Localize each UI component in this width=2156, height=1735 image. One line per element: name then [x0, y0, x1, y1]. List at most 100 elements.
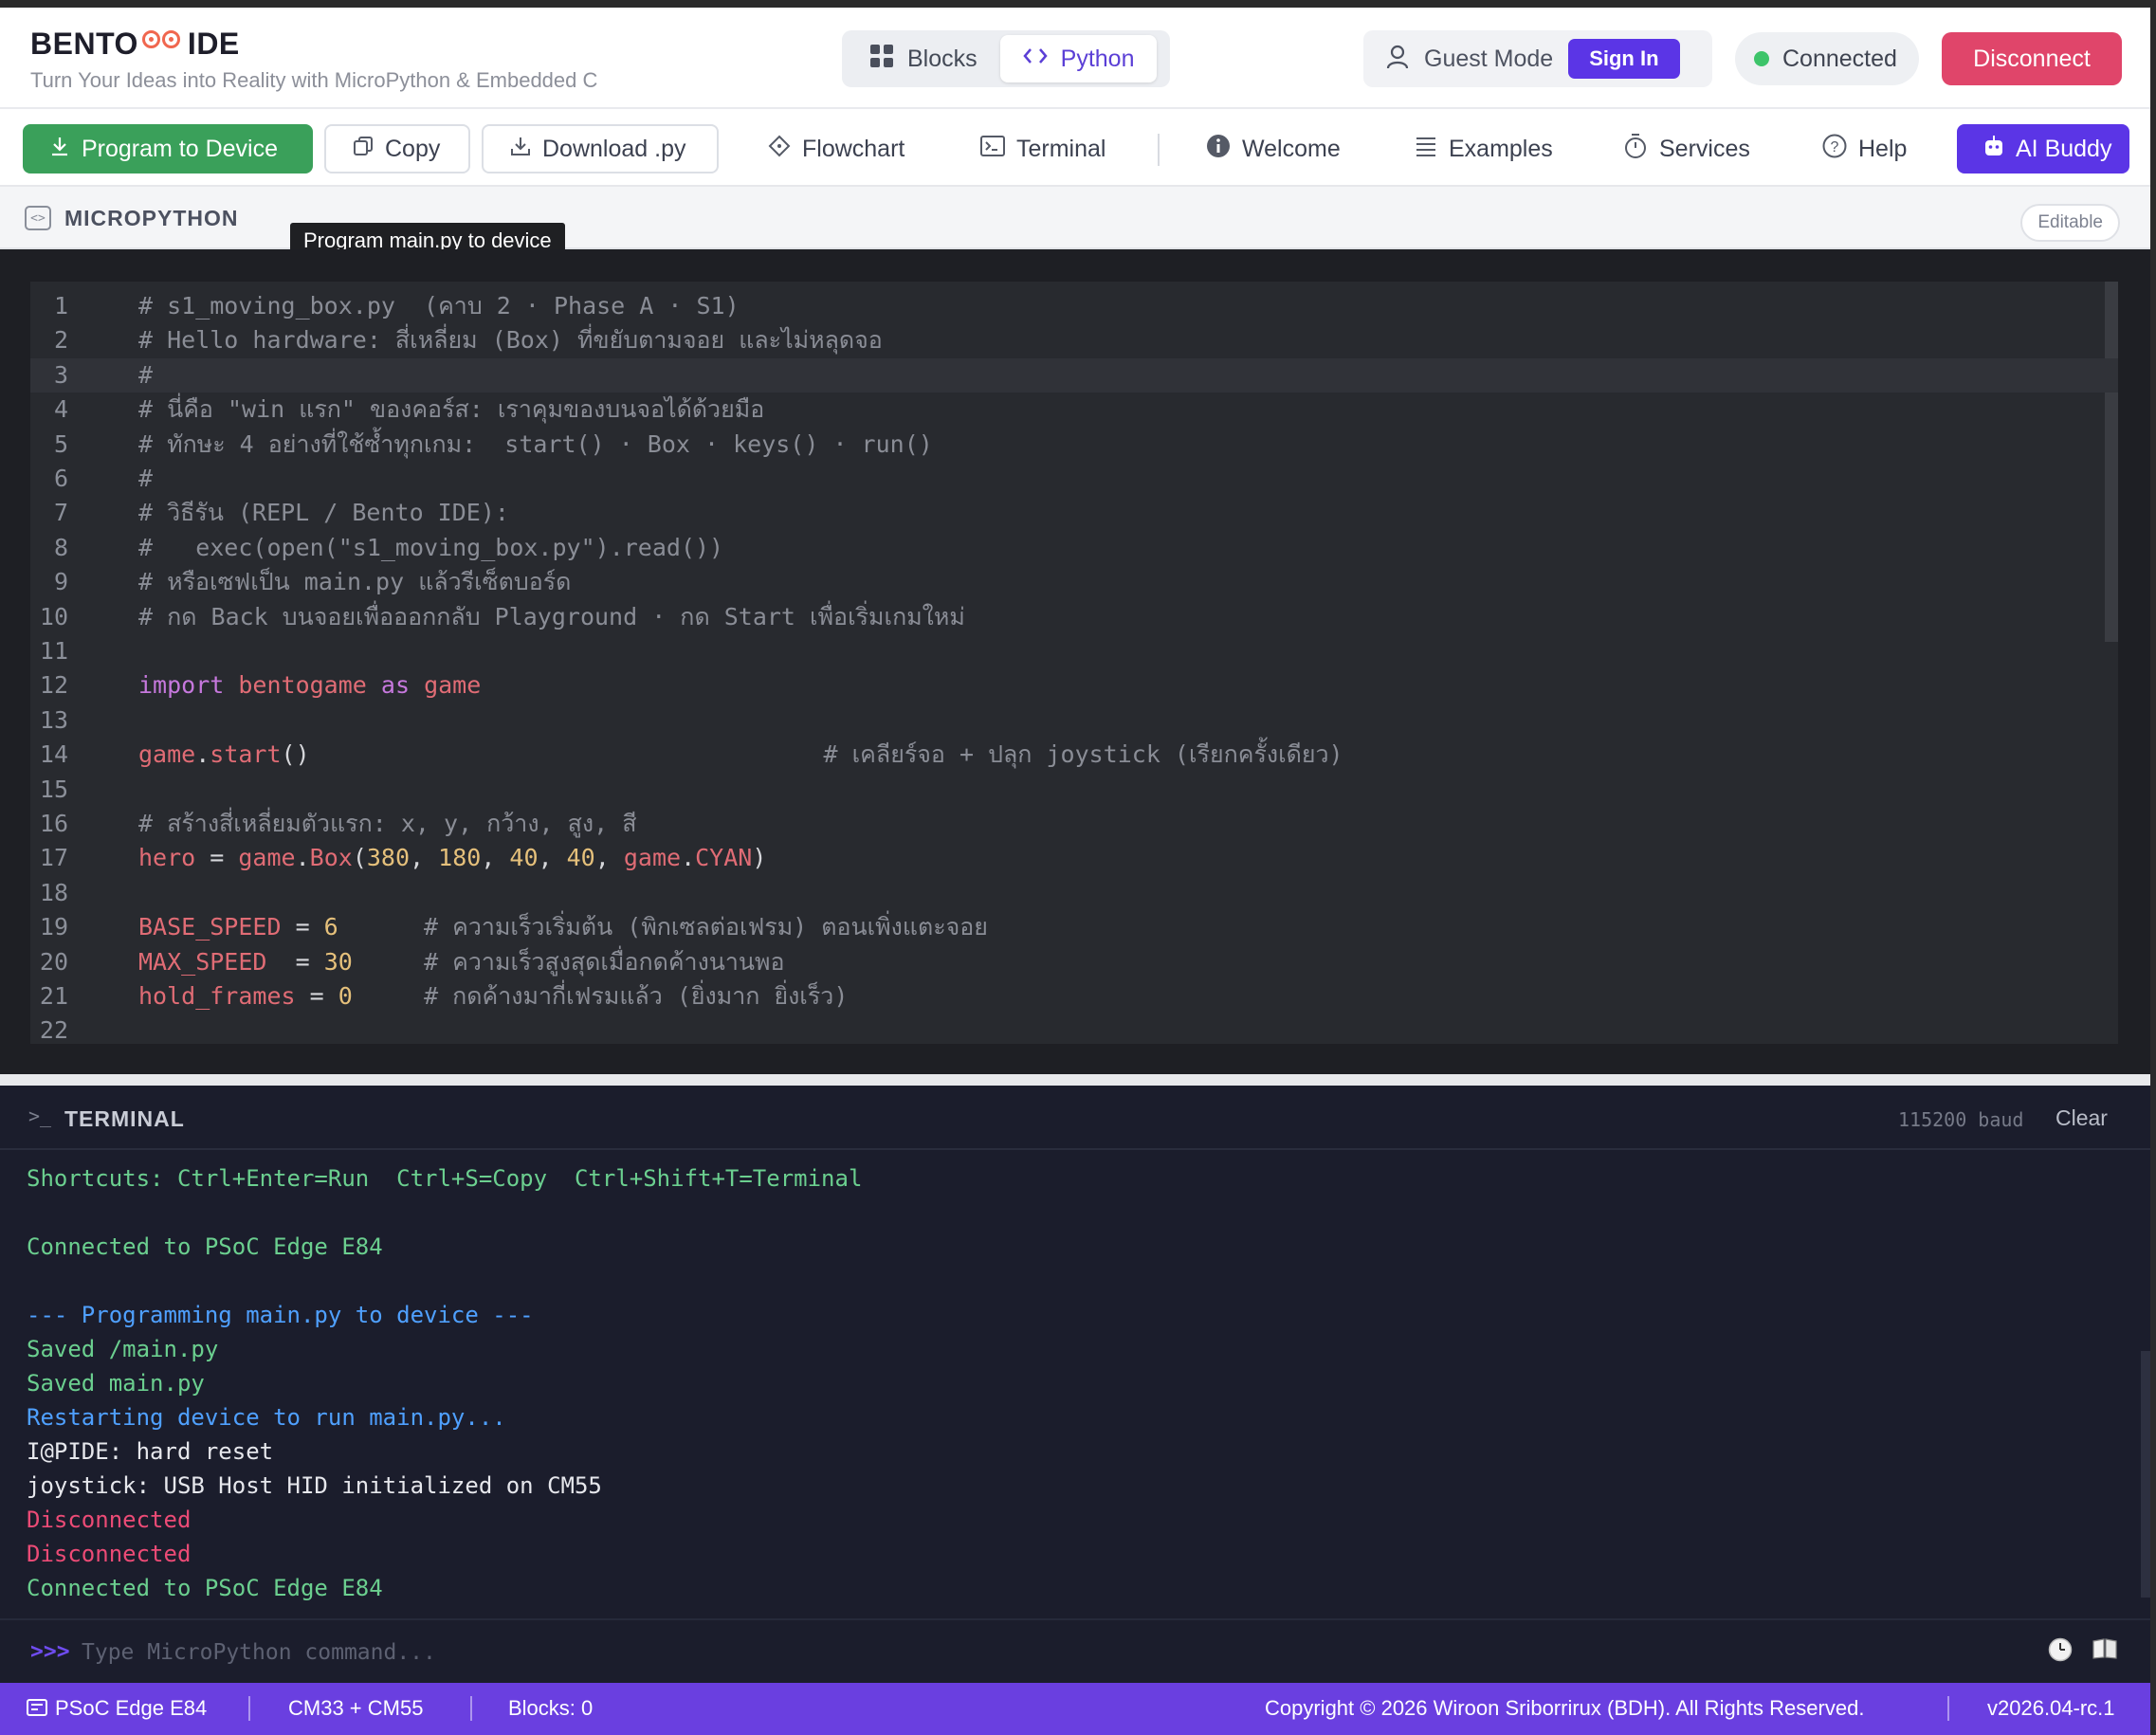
- code-text: # นี่คือ "win แรก" ของคอร์ส: เราคุมของบน…: [138, 393, 764, 427]
- services-label: Services: [1659, 135, 1750, 162]
- code-text: # ทักษะ 4 อย่างที่ใช้ซ้ำทุกเกม: start() …: [138, 428, 933, 462]
- code-file-icon: <>: [25, 206, 51, 230]
- services-button[interactable]: Services: [1597, 124, 1777, 174]
- download-arrow-icon: [49, 136, 70, 162]
- code-line[interactable]: 7 # วิธีรัน (REPL / Bento IDE):: [30, 496, 2118, 530]
- code-token: # กด Back บนจอยเพื่อออกกลับ Playground ·…: [138, 602, 965, 630]
- line-number: 16: [39, 810, 68, 837]
- code-line[interactable]: 5 # ทักษะ 4 อย่างที่ใช้ซ้ำทุกเกม: start()…: [30, 428, 2118, 462]
- code-line[interactable]: 11: [30, 634, 2118, 668]
- line-number: 21: [39, 982, 68, 1010]
- code-token: # ความเร็วเริ่มต้น (พิกเซลต่อเฟรม) ตอนเพ…: [424, 913, 988, 941]
- tab-blocks-label: Blocks: [907, 45, 978, 72]
- user-icon: [1386, 45, 1409, 74]
- flowchart-icon: [768, 135, 791, 163]
- code-token: game: [238, 844, 296, 872]
- disconnect-button[interactable]: Disconnect: [1942, 32, 2122, 85]
- status-dot-icon: [1754, 51, 1769, 66]
- code-token: as: [380, 671, 411, 700]
- repl-command-input[interactable]: [82, 1632, 2006, 1673]
- terminal-line: I@PIDE: hard reset: [27, 1438, 274, 1465]
- code-line[interactable]: 17 hero = game.Box(380, 180, 40, 40, game…: [30, 841, 2118, 875]
- code-token: # หรือเซฟเป็น main.py แล้วรีเซ็ตบอร์ด: [138, 568, 572, 596]
- help-label: Help: [1858, 135, 1908, 162]
- copy-button[interactable]: Copy: [324, 124, 470, 174]
- board-name: PSoC Edge E84: [55, 1696, 208, 1720]
- panel-resize-handle[interactable]: [0, 1074, 2150, 1086]
- tab-blocks[interactable]: Blocks: [847, 35, 1000, 82]
- code-token: # เคลียร์จอ + ปลุก joystick (เรียกครั้งเ…: [823, 740, 1343, 769]
- code-line[interactable]: 13: [30, 703, 2118, 738]
- code-line[interactable]: 20 MAX_SPEED = 30 # ความเร็วสูงสุดเมื่อกด…: [30, 945, 2118, 979]
- line-number: 22: [39, 1016, 68, 1044]
- code-line[interactable]: 19 BASE_SPEED = 6 # ความเร็วเริ่มต้น (พิก…: [30, 910, 2118, 944]
- clear-terminal-button[interactable]: Clear: [2056, 1105, 2108, 1131]
- code-token: (: [352, 844, 367, 872]
- code-line[interactable]: 2 # Hello hardware: สี่เหลี่ยม (Box) ที่ข…: [30, 323, 2118, 357]
- connection-status-label: Connected: [1782, 45, 1897, 72]
- book-icon[interactable]: [2092, 1637, 2118, 1667]
- flowchart-button[interactable]: Flowchart: [741, 124, 931, 174]
- code-line[interactable]: 16 # สร้างสี่เหลี่ยมตัวแรก: x, y, กว้าง, …: [30, 807, 2118, 841]
- code-line[interactable]: 22: [30, 1014, 2118, 1044]
- code-line[interactable]: 4 # นี่คือ "win แรก" ของคอร์ส: เราคุมของบ…: [30, 393, 2118, 427]
- code-token: (): [281, 740, 824, 769]
- code-line[interactable]: 12 import bentogame as game: [30, 668, 2118, 703]
- terminal-header: >_ TERMINAL 115200 baud Clear: [0, 1086, 2150, 1150]
- code-line[interactable]: 15: [30, 773, 2118, 807]
- code-token: # Hello hardware: สี่เหลี่ยม (Box) ที่ขย…: [138, 326, 883, 355]
- ai-buddy-label: AI Buddy: [2016, 135, 2112, 162]
- toolbar: Program to Device Copy Download .py Flow…: [0, 109, 2150, 187]
- terminal-prompt-icon: >_: [28, 1105, 52, 1127]
- code-line[interactable]: 3 #: [30, 357, 2118, 393]
- help-button[interactable]: ? Help: [1796, 124, 1933, 174]
- terminal-icon: [980, 136, 1005, 162]
- code-token: ,: [481, 844, 510, 872]
- history-clock-icon[interactable]: [2048, 1637, 2073, 1669]
- terminal-panel: >_ TERMINAL 115200 baud Clear Shortcuts:…: [0, 1086, 2150, 1683]
- status-separator: [248, 1696, 250, 1721]
- code-line[interactable]: 6 #: [30, 462, 2118, 496]
- code-line[interactable]: 10 # กด Back บนจอยเพื่อออกกลับ Playground…: [30, 600, 2118, 634]
- code-line[interactable]: 9 # หรือเซฟเป็น main.py แล้วรีเซ็ตบอร์ด: [30, 565, 2118, 599]
- code-text: # สร้างสี่เหลี่ยมตัวแรก: x, y, กว้าง, สู…: [138, 807, 636, 841]
- code-token: 180: [438, 844, 482, 872]
- code-token: 0: [338, 982, 353, 1010]
- sign-in-button[interactable]: Sign In: [1568, 39, 1680, 79]
- code-line[interactable]: 1 # s1_moving_box.py (คาบ 2 · Phase A · S…: [30, 289, 2118, 323]
- flowchart-label: Flowchart: [802, 135, 905, 162]
- tab-python[interactable]: Python: [999, 35, 1158, 82]
- editable-badge: Editable: [2020, 204, 2120, 242]
- bento-ide-app: BENTO IDE Turn Your Ideas into Reality w…: [0, 8, 2150, 1735]
- line-number: 15: [39, 775, 68, 803]
- welcome-button[interactable]: Welcome: [1179, 124, 1367, 174]
- code-token: # ทักษะ 4 อย่างที่ใช้ซ้ำทุกเกม: start() …: [138, 429, 933, 458]
- code-token: # กดค้างมากี่เฟรมแล้ว (ยิ่งมาก ยิ่งเร็ว): [424, 982, 849, 1010]
- code-token: game: [138, 740, 196, 769]
- line-number: 17: [39, 844, 68, 872]
- line-number: 9: [53, 568, 68, 596]
- terminal-button[interactable]: Terminal: [954, 124, 1132, 174]
- guest-mode-label: Guest Mode: [1424, 45, 1554, 72]
- status-separator: [470, 1696, 472, 1721]
- line-number: 12: [39, 671, 68, 700]
- code-line[interactable]: 18: [30, 876, 2118, 910]
- tab-python-label: Python: [1060, 45, 1135, 72]
- version-label: v2026.04-rc.1: [1987, 1696, 2115, 1720]
- code-text: # หรือเซฟเป็น main.py แล้วรีเซ็ตบอร์ด: [138, 565, 571, 599]
- code-line[interactable]: 14 game.start() # เคลียร์จอ + ปลุก joysti…: [30, 738, 2118, 772]
- terminal-scrollbar[interactable]: [2141, 1351, 2150, 1598]
- code-text: BASE_SPEED = 6 # ความเร็วเริ่มต้น (พิกเซ…: [138, 910, 988, 944]
- code-line[interactable]: 8 # exec(open("s1_moving_box.py").read()): [30, 531, 2118, 565]
- code-text: hero = game.Box(380, 180, 40, 40, game.C…: [138, 841, 766, 875]
- download-py-button[interactable]: Download .py: [482, 124, 719, 174]
- ai-buddy-button[interactable]: AI Buddy: [1957, 124, 2129, 174]
- code-editor[interactable]: 1 # s1_moving_box.py (คาบ 2 · Phase A · S…: [30, 282, 2118, 1044]
- code-token: ,: [538, 844, 567, 872]
- examples-button[interactable]: Examples: [1388, 124, 1580, 174]
- program-to-device-button[interactable]: Program to Device: [23, 124, 313, 174]
- code-line[interactable]: 21 hold_frames = 0 # กดค้างมากี่เฟรมแล้ว …: [30, 979, 2118, 1014]
- line-number: 19: [39, 913, 68, 941]
